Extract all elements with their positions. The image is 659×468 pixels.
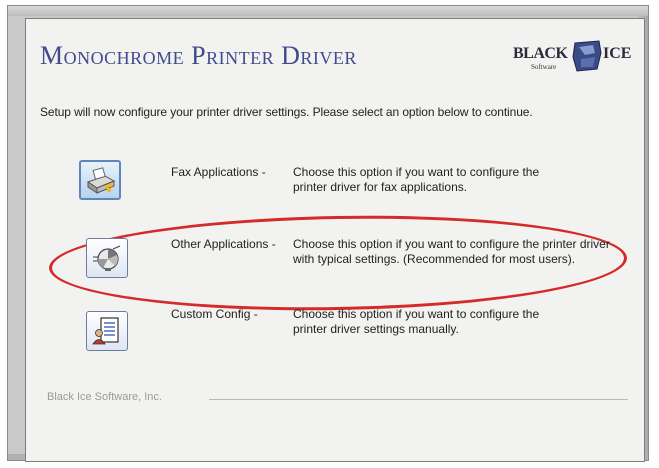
footer-company-name: Black Ice Software, Inc. <box>47 391 162 403</box>
other-applications-description: Choose this option if you want to config… <box>293 237 610 266</box>
other-applications-label: Other Applications - <box>171 237 276 251</box>
other-applications-button[interactable] <box>86 238 128 278</box>
fax-applications-description: Choose this option if you want to config… <box>293 165 540 194</box>
window-frame: Monochrome Printer Driver BLACK ICE Soft… <box>7 5 649 462</box>
custom-config-description: Choose this option if you want to config… <box>293 307 540 336</box>
page-title: Monochrome Printer Driver <box>40 41 357 70</box>
logo-text-black: BLACK <box>513 45 568 62</box>
custom-config-icon <box>92 317 119 345</box>
pie-chart-icon <box>93 245 121 271</box>
logo-text-ice: ICE <box>603 45 632 62</box>
logo-ice-icon <box>572 40 602 72</box>
logo-subtext: Software <box>531 63 557 71</box>
custom-config-button[interactable] <box>86 311 128 351</box>
black-ice-logo: BLACK ICE Software <box>513 39 633 75</box>
setup-dialog-panel: Monochrome Printer Driver BLACK ICE Soft… <box>25 18 645 462</box>
window-title-bar <box>8 6 648 16</box>
fax-applications-button[interactable] <box>79 160 121 200</box>
fax-applications-label: Fax Applications - <box>171 165 266 179</box>
custom-config-label: Custom Config - <box>171 307 258 321</box>
instruction-text: Setup will now configure your printer dr… <box>40 105 533 119</box>
footer-divider <box>209 399 628 400</box>
fax-icon <box>86 167 116 194</box>
